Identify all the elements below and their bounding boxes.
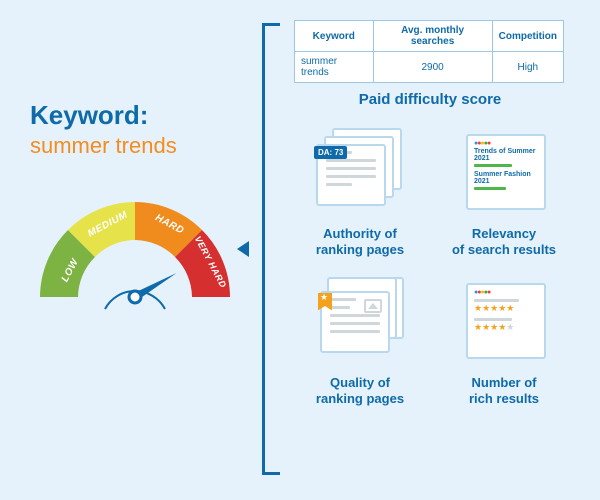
factor-authority-label: Authority ofranking pages — [316, 226, 404, 259]
serp-result-title: Summer Fashion 2021 — [474, 171, 538, 185]
factor-quality: Quality ofranking pages — [294, 277, 426, 408]
factors-panel: Keyword Avg. monthly searches Competitio… — [280, 20, 580, 407]
factor-rich-label: Number ofrich results — [469, 375, 539, 408]
keyword-value: summer trends — [30, 133, 260, 159]
paid-difficulty-caption: Paid difficulty score — [280, 91, 580, 108]
pages-stack-icon: DA: 73 — [310, 128, 410, 220]
keyword-panel: Keyword: summer trends LOW MEDIUM HARD V… — [30, 100, 260, 327]
factor-relevancy-label: Relevancyof search results — [452, 226, 556, 259]
factor-relevancy: ●●●●● Trends of Summer 2021 Summer Fashi… — [438, 128, 570, 259]
factor-rich-results: ●●●●● ★★★★★ ★★★★★ Number ofrich results — [438, 277, 570, 408]
table-row: summer trends 2900 High — [295, 52, 564, 83]
difficulty-gauge: LOW MEDIUM HARD VERY HARD — [30, 187, 240, 327]
td-searches: 2900 — [373, 52, 492, 83]
factor-authority: DA: 73 Authority ofranking pages — [294, 128, 426, 259]
th-keyword: Keyword — [295, 21, 374, 52]
pages-quality-icon — [310, 277, 410, 369]
rich-results-icon: ●●●●● ★★★★★ ★★★★★ — [454, 277, 554, 369]
keyword-label: Keyword: — [30, 100, 260, 131]
factor-quality-label: Quality ofranking pages — [316, 375, 404, 408]
da-badge: DA: 73 — [314, 146, 347, 159]
td-keyword: summer trends — [295, 52, 374, 83]
serp-result-title: Trends of Summer 2021 — [474, 148, 538, 162]
th-competition: Competition — [492, 21, 563, 52]
td-competition: High — [492, 52, 563, 83]
factors-grid: DA: 73 Authority ofranking pages ●●●●● T… — [294, 128, 570, 407]
th-searches: Avg. monthly searches — [373, 21, 492, 52]
paid-difficulty-table: Keyword Avg. monthly searches Competitio… — [294, 20, 564, 83]
serp-relevancy-icon: ●●●●● Trends of Summer 2021 Summer Fashi… — [454, 128, 554, 220]
bracket-connector — [262, 23, 280, 475]
